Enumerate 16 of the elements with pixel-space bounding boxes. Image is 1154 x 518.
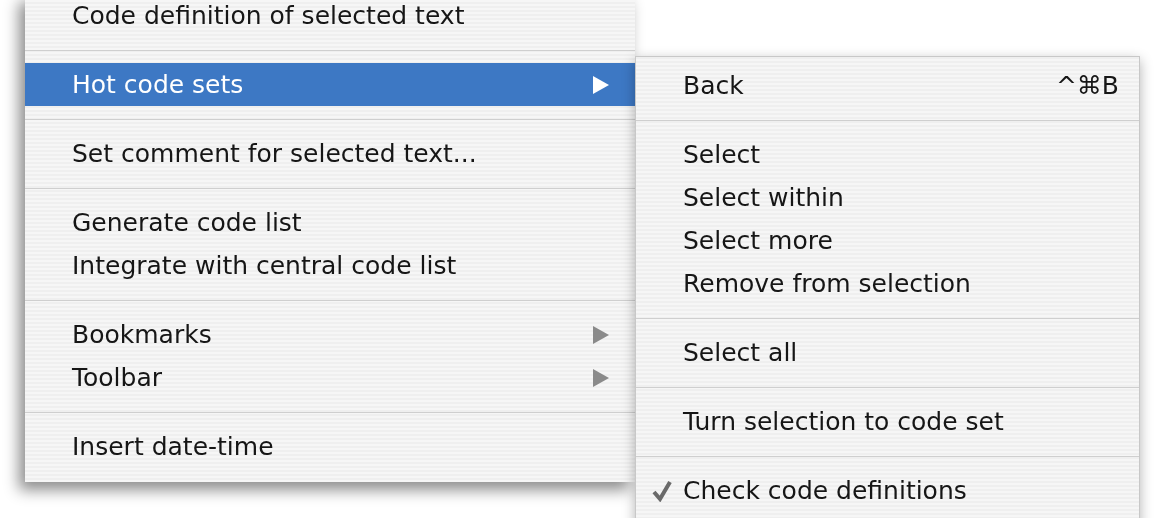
menu-item[interactable]: Turn selection to code set [636, 400, 1139, 443]
menu-item[interactable]: Select more [636, 219, 1139, 262]
menu-item[interactable]: Check code definitions [636, 469, 1139, 512]
menu-item[interactable]: Bookmarks [25, 313, 635, 356]
menu-item[interactable]: Remove from selection [636, 262, 1139, 305]
menu-item[interactable]: Select all [636, 331, 1139, 374]
menu-item[interactable]: Code definition of selected text [25, 0, 635, 37]
menu-item[interactable]: Hot code sets [25, 63, 635, 106]
menu-item[interactable]: Generate code list [25, 201, 635, 244]
menu-item[interactable]: Integrate with central code list [25, 244, 635, 287]
menu-item[interactable]: Insert date-time [25, 425, 635, 468]
menu-item[interactable]: Select within [636, 176, 1139, 219]
menu-item[interactable]: Toolbar [25, 356, 635, 399]
menu-item[interactable]: Back ^⌘B [636, 64, 1139, 107]
menu-item[interactable]: Select [636, 133, 1139, 176]
menu-item[interactable]: Set comment for selected text... [25, 132, 635, 175]
